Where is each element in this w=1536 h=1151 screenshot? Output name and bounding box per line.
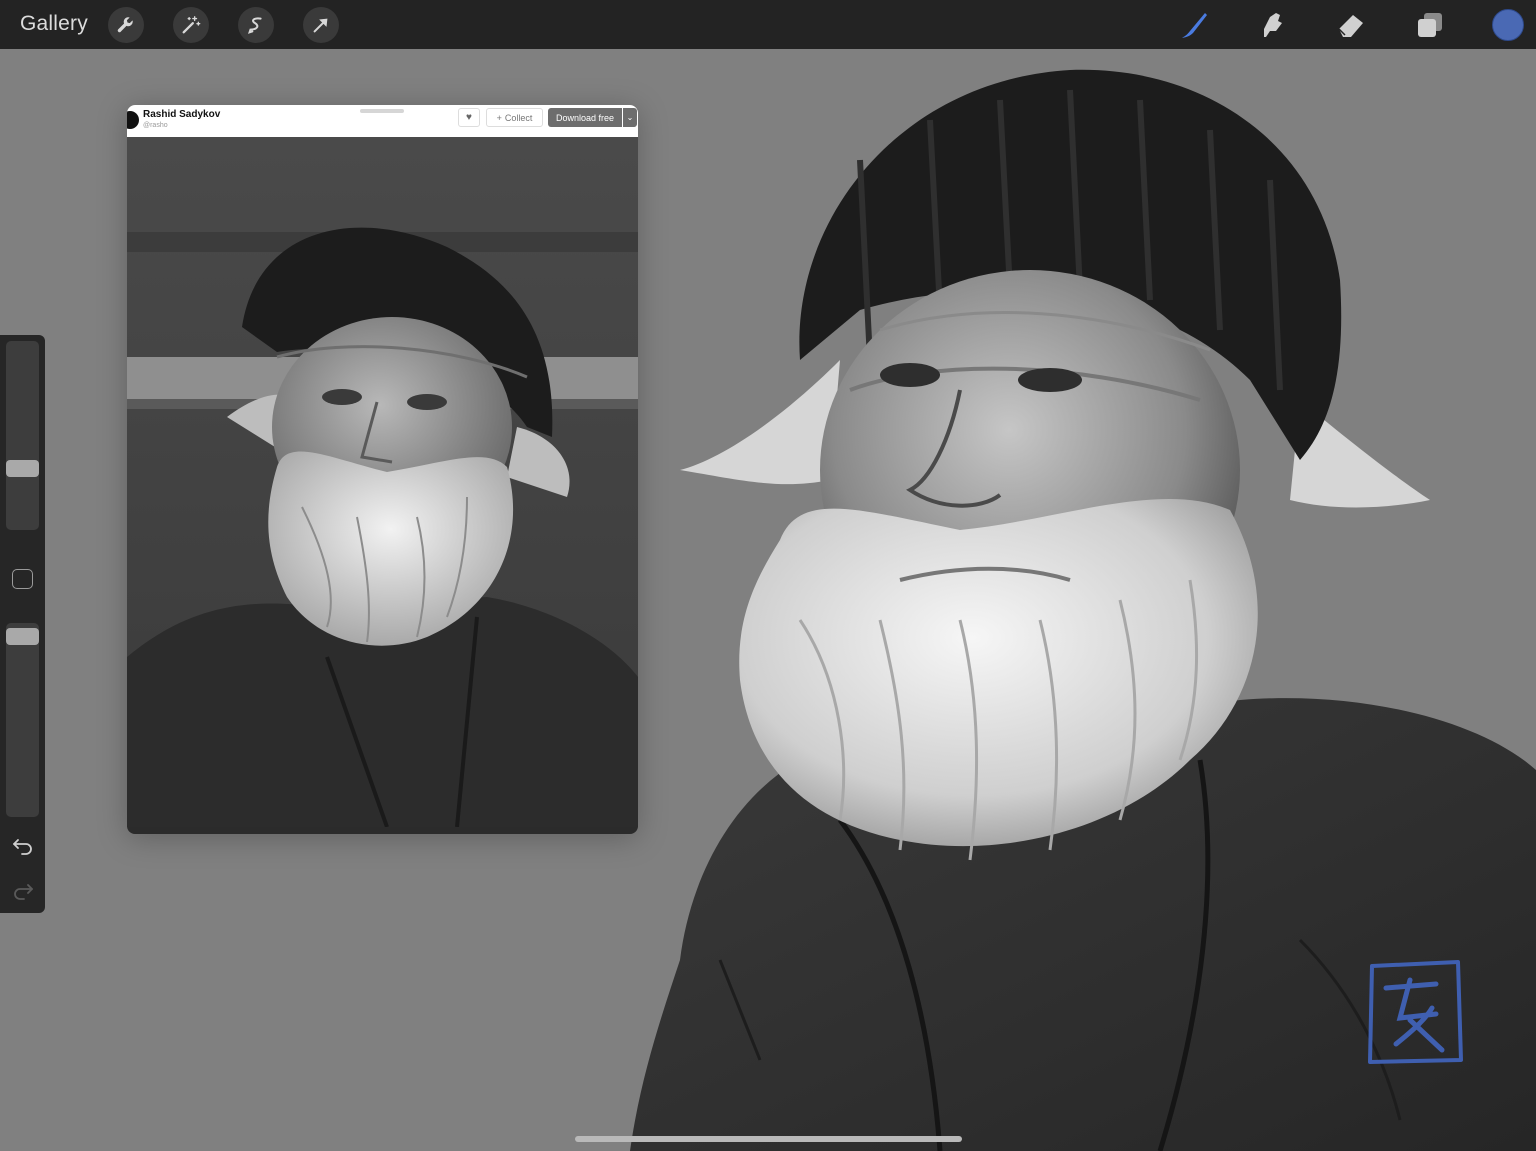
smudge-icon[interactable] (1255, 8, 1289, 42)
collect-button[interactable]: + Collect (486, 108, 543, 127)
collect-label: Collect (504, 112, 533, 123)
reference-window[interactable]: Rashid Sadykov @rasho ♥ + Collect Downlo… (127, 105, 638, 834)
top-toolbar: Gallery (0, 0, 1536, 49)
redo-icon[interactable] (11, 881, 35, 901)
brush-size-thumb[interactable] (6, 459, 39, 477)
author-handle: @rasho (143, 122, 168, 129)
gallery-button[interactable]: Gallery (20, 12, 88, 36)
brush-icon[interactable] (1177, 8, 1211, 42)
eraser-icon[interactable] (1334, 8, 1368, 42)
reference-header: Rashid Sadykov @rasho ♥ + Collect Downlo… (127, 105, 638, 137)
window-grabber[interactable] (360, 109, 404, 113)
avatar (127, 111, 139, 129)
adjustments-wand-icon[interactable] (173, 7, 209, 43)
brush-size-slider[interactable] (6, 341, 39, 530)
selection-icon[interactable] (238, 7, 274, 43)
undo-icon[interactable] (11, 836, 35, 856)
color-picker-swatch[interactable] (1492, 9, 1524, 41)
actions-wrench-icon[interactable] (108, 7, 144, 43)
opacity-slider[interactable] (6, 623, 39, 817)
home-indicator[interactable] (575, 1136, 962, 1142)
plus-icon: + (496, 112, 502, 123)
layers-icon[interactable] (1413, 8, 1447, 42)
transform-arrow-icon[interactable] (303, 7, 339, 43)
left-sidebar (0, 335, 45, 913)
opacity-thumb[interactable] (6, 628, 39, 645)
modifier-button[interactable] (12, 569, 33, 589)
like-button[interactable]: ♥ (458, 108, 480, 127)
heart-icon: ♥ (466, 112, 472, 123)
author-name[interactable]: Rashid Sadykov (143, 109, 220, 120)
signature-stamp (1368, 960, 1463, 1064)
reference-photo (127, 137, 638, 827)
